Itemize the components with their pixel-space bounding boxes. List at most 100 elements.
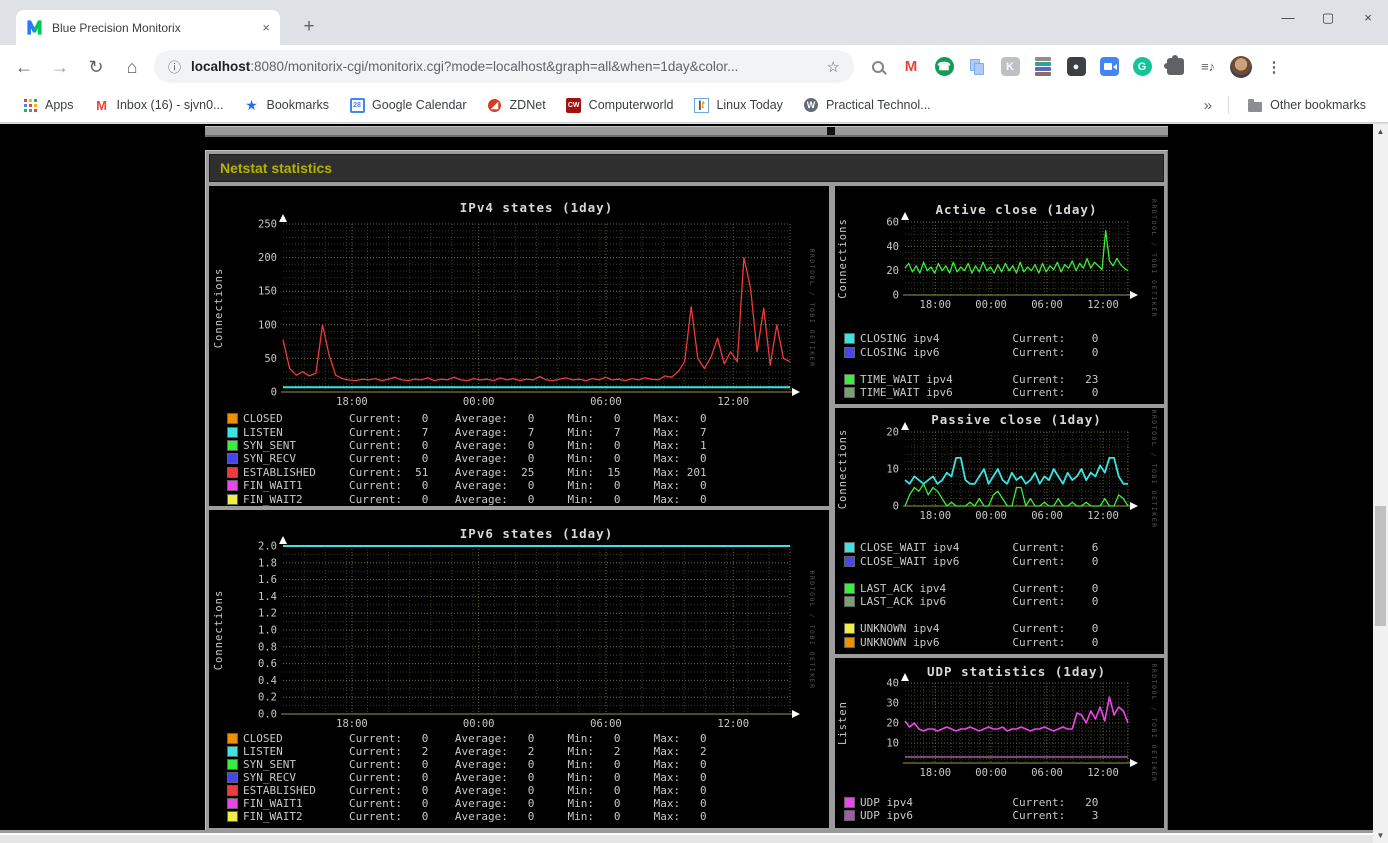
puzzle-extensions-icon[interactable] [1163,55,1187,79]
scrollbar-thumb[interactable] [1375,506,1386,626]
svg-text:2.0: 2.0 [258,541,277,553]
voice-extension-icon[interactable]: ☎ [932,55,956,79]
svg-text:150: 150 [258,286,277,298]
legend-swatch [227,746,238,757]
back-button[interactable]: ← [10,53,38,81]
home-button[interactable]: ⌂ [118,53,146,81]
svg-text:1.8: 1.8 [258,557,277,569]
browser-toolbar: ← → ↻ ⌂ ⓘ localhost:8080/monitorix-cgi/m… [0,45,1388,88]
ipv6-states-graph[interactable]: 0.0 0.2 0.4 0.6 0.8 1.0 1.2 1.4 1.6 1.8 2.0 18:00 00… [209,510,829,828]
legend-row: CLOSED Current: 0 Average: 0 Min: 0 Max:… [209,412,829,425]
active-close-graph[interactable]: 0 20 40 60 18:00 00:00 06:00 12:00 Active close … [835,186,1164,404]
legend-row: CLOSED Current: 0 Average: 0 Min: 0 Max:… [209,732,829,745]
svg-text:Passive close (1day): Passive close (1day) [931,412,1102,427]
legend-text: LISTEN Current: 7 Average: 7 Min: 7 Max:… [243,425,707,439]
bookmark-star-icon[interactable]: ☆ [827,58,840,76]
reload-button[interactable]: ↻ [82,53,110,81]
address-bar[interactable]: ⓘ localhost:8080/monitorix-cgi/monitorix… [154,50,854,83]
meet-camera-extension-icon[interactable] [1097,55,1121,79]
svg-text:0.0: 0.0 [258,709,277,721]
svg-text:Listen: Listen [837,701,849,745]
legend-row: FIN_WAIT1 Current: 0 Average: 0 Min: 0 M… [209,479,829,492]
bookmark-computerworld[interactable]: CW Computerworld [558,93,682,117]
copy-pages-extension-icon[interactable] [965,55,989,79]
legend-row: CLOSE_WAIT ipv4 Current: 6 [835,541,1164,555]
svg-text:0.6: 0.6 [258,658,277,670]
legend-text: CLOSED Current: 0 Average: 0 Min: 0 Max:… [243,412,707,426]
svg-text:18:00: 18:00 [920,510,952,522]
legend-row: CLOSE_WAIT ipv6 Current: 0 [835,555,1164,569]
books-stack-extension-icon[interactable] [1031,55,1055,79]
monitorix-favicon-icon [26,19,43,36]
media-list-extension-icon[interactable]: ≡♪ [1196,55,1220,79]
search-extension-icon[interactable] [866,55,890,79]
legend-swatch [844,387,855,399]
passive-close-graph[interactable]: 0 10 20 18:00 00:00 06:00 12:00 Passive close (… [835,408,1164,654]
svg-text:1.0: 1.0 [258,625,277,637]
svg-text:50: 50 [264,353,277,365]
svg-text:40: 40 [886,241,899,253]
bookmark-bookmarks[interactable]: ★ Bookmarks [236,93,338,117]
svg-text:12:00: 12:00 [717,718,749,730]
browser-tab[interactable]: Blue Precision Monitorix × [16,10,280,45]
svg-text:12:00: 12:00 [1087,510,1119,522]
legend-text: CLOSED Current: 0 Average: 0 Min: 0 Max:… [243,732,707,745]
svg-text:18:00: 18:00 [920,299,952,311]
maximize-icon[interactable]: ▢ [1320,10,1336,26]
svg-text:12:00: 12:00 [1087,767,1119,779]
legend-text: FIN_WAIT2 Current: 0 Average: 0 Min: 0 M… [243,492,707,506]
bookmark-apps[interactable]: Apps [14,93,82,117]
new-tab-button[interactable]: + [296,14,322,40]
page-scrollbar[interactable]: ▲ ▼ [1373,124,1388,843]
ipv4-states-legend: CLOSED Current: 0 Average: 0 Min: 0 Max:… [209,412,829,506]
legend-row: UDP ipv6 Current: 3 [835,809,1164,822]
recorder-extension-icon[interactable]: K [998,55,1022,79]
grammarly-extension-icon[interactable]: G [1130,55,1154,79]
bookmark-linux-today[interactable]: | t Linux Today [685,93,791,117]
svg-text:00:00: 00:00 [463,396,495,408]
svg-text:00:00: 00:00 [975,767,1007,779]
bookmark-zdnet[interactable]: ◢ ZDNet [479,93,554,117]
legend-text: SYN_SENT Current: 0 Average: 0 Min: 0 Ma… [243,758,707,771]
close-icon[interactable]: × [1360,10,1376,26]
legend-row: SYN_SENT Current: 0 Average: 0 Min: 0 Ma… [209,758,829,771]
svg-text:20: 20 [886,427,899,439]
bookmark-inbox[interactable]: M Inbox (16) - sjvn0... [86,93,232,117]
bookmark-practical-technology[interactable]: W Practical Technol... [795,93,939,117]
bookmark-label: ZDNet [509,98,546,112]
legend-text: UDP ipv6 Current: 3 [860,809,1099,822]
browser-menu-icon[interactable]: ⋮ [1262,55,1286,79]
legend-text: SYN_RECV Current: 0 Average: 0 Min: 0 Ma… [243,452,707,466]
other-bookmarks[interactable]: Other bookmarks [1239,93,1374,117]
profile-avatar[interactable] [1229,55,1253,79]
bookmark-google-calendar[interactable]: 28 Google Calendar [341,93,475,117]
tab-title: Blue Precision Monitorix [52,20,181,35]
legend-row: SYN_RECV Current: 0 Average: 0 Min: 0 Ma… [209,771,829,784]
legend-swatch [227,798,238,809]
lamp-extension-icon[interactable]: ● [1064,55,1088,79]
svg-text:0.8: 0.8 [258,641,277,653]
site-info-icon[interactable]: ⓘ [168,57,181,76]
udp-statistics-graph[interactable]: 10 20 30 40 18:00 00:00 06:00 12:00 UDP statisti… [835,658,1164,828]
gmail-extension-icon[interactable]: M [899,55,923,79]
svg-text:RRDTOOL / TOBI OETIKER: RRDTOOL / TOBI OETIKER [808,570,816,689]
next-section-edge [0,833,1373,843]
svg-text:60: 60 [886,217,899,229]
forward-button[interactable]: → [46,53,74,81]
ipv4-states-graph[interactable]: 0 50 100 150 200 250 18:00 00:00 06:00 12:00 IPv4 … [209,186,829,506]
scroll-up-icon[interactable]: ▲ [1373,124,1388,139]
url-text[interactable]: localhost:8080/monitorix-cgi/monitorix.c… [191,59,819,74]
legend-text: SYN_SENT Current: 0 Average: 0 Min: 0 Ma… [243,438,707,452]
minimize-icon[interactable]: — [1280,10,1296,26]
scroll-down-icon[interactable]: ▼ [1373,828,1388,843]
legend-text: SYN_RECV Current: 0 Average: 0 Min: 0 Ma… [243,771,707,784]
legend-text: UDP ipv4 Current: 20 [860,796,1099,809]
zdnet-icon: ◢ [487,97,503,113]
legend-row: FIN_WAIT2 Current: 0 Average: 0 Min: 0 M… [209,492,829,506]
netstat-statistics-section: Netstat statistics 0 50 100 150 200 250 18:00 0… [205,150,1168,832]
bookmark-label: Apps [45,98,74,112]
legend-swatch [227,466,238,478]
tab-close-icon[interactable]: × [262,20,270,35]
legend-text: FIN_WAIT1 Current: 0 Average: 0 Min: 0 M… [243,479,707,493]
bookmarks-overflow-chevron[interactable]: » [1198,97,1218,114]
